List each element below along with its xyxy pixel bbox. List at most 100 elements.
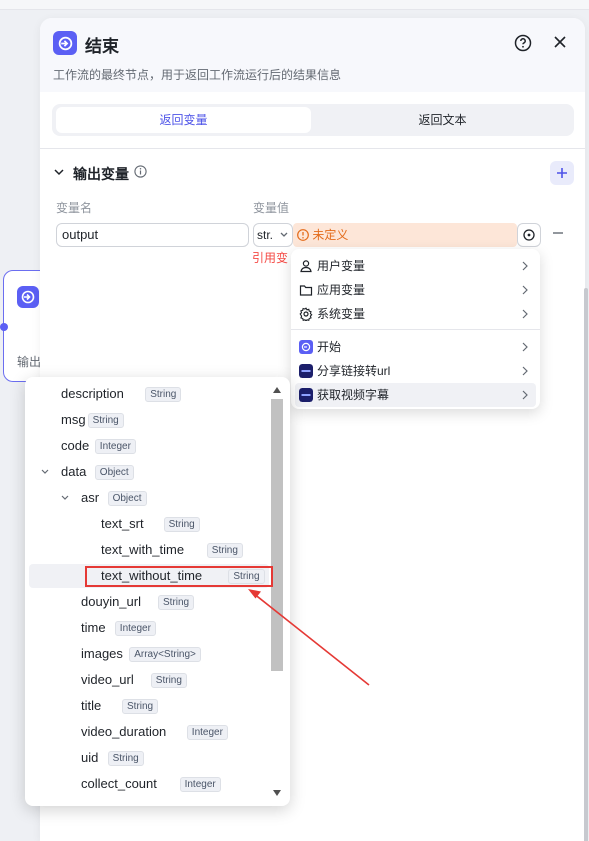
close-icon[interactable] [552,34,568,50]
tree-field-name: collect_count [81,776,157,791]
tree-row-video-url[interactable]: video_url String [29,668,269,692]
tree-row-video-duration[interactable]: video_duration Integer [29,720,269,744]
section-divider [40,148,585,149]
tree-field-name: asr [81,490,100,505]
tree-field-name: msg [61,412,86,427]
help-icon[interactable] [514,34,532,52]
tree-row-asr[interactable]: asr Object [29,486,269,510]
chevron-right-icon [522,285,528,295]
undefined-value-label: 未定义 [312,228,349,242]
output-section-title: 输出变量 [73,166,129,182]
tree-row-text-with-time[interactable]: text_with_time String [29,538,269,562]
tree-row-data[interactable]: data Object [29,460,269,484]
menu-item-app-variables[interactable]: 应用变量 [295,278,536,302]
canvas-toolbar-strip [0,0,589,10]
chevron-down-icon [280,232,288,237]
tab-return-variables[interactable]: 返回变量 [56,107,311,133]
tree-row-code[interactable]: code Integer [29,434,269,458]
tree-field-type-badge: String [163,517,200,532]
tree-field-name: data [61,464,87,479]
annotation-highlight-box [85,566,273,587]
tree-field-type-badge: Object [94,465,134,480]
end-node-icon [53,31,77,55]
tree-field-name: time [81,620,106,635]
plugin-icon [299,364,313,378]
output-field-tree: description String msg String code Integer dat… [25,377,290,806]
start-node-icon [299,340,313,354]
tree-row-collect-count[interactable]: collect_count Integer [29,772,269,796]
tree-field-type-badge: String [122,699,159,714]
gear-icon [299,307,313,321]
tree-row-images[interactable]: images Array<String> [29,642,269,666]
warning-icon [297,229,309,241]
panel-scrollbar[interactable] [584,288,588,841]
tree-row-text-srt[interactable]: text_srt String [29,512,269,536]
tree-row-douyin-url[interactable]: douyin_url String [29,590,269,614]
end-node-icon [17,286,39,308]
scroll-down-icon[interactable] [273,790,281,796]
node-input-port[interactable] [0,323,8,331]
tree-field-name: video_duration [81,724,167,739]
user-icon [300,260,312,273]
menu-item-system-variables[interactable]: 系统变量 [295,302,536,326]
tree-field-type-badge: String [158,595,195,610]
variable-type-select[interactable]: str. [253,223,293,247]
chevron-right-icon [522,366,528,376]
tree-scrollbar-thumb[interactable] [271,399,283,671]
tree-row-msg[interactable]: msg String [29,408,269,432]
variable-value-field[interactable]: 未定义 [293,223,517,247]
info-icon[interactable] [134,165,147,178]
tree-field-type-badge: Integer [94,439,136,454]
menu-item-user-variables[interactable]: 用户变量 [295,254,536,278]
variable-source-menu: 用户变量 应用变量 系统变量 开始 分享链接转url 获取视频字幕 [291,249,540,409]
tree-field-name: text_srt [101,516,144,531]
tree-field-type-badge: Array<String> [129,647,201,662]
chevron-right-icon [522,390,528,400]
chevron-right-icon [522,342,528,352]
tree-row-time[interactable]: time Integer [29,616,269,640]
menu-item-start-node[interactable]: 开始 [295,335,536,359]
tree-field-type-badge: String [87,413,124,428]
menu-item-share-link-to-url[interactable]: 分享链接转url [295,359,536,383]
variable-reference-button[interactable] [517,223,541,247]
tree-field-type-badge: String [206,543,243,558]
reference-error-text: 引用变 [252,251,289,265]
panel-title: 结束 [85,37,119,56]
tree-field-type-badge: String [150,673,187,688]
tree-field-type-badge: Integer [179,777,221,792]
tree-field-name: description [61,386,124,401]
variable-type-label: str. [257,228,274,242]
chevron-right-icon [522,309,528,319]
tree-field-type-badge: Integer [186,725,228,740]
column-header-name: 变量名 [56,201,93,215]
tab-return-text[interactable]: 返回文本 [315,107,570,133]
tree-row-description[interactable]: description String [29,382,269,406]
tree-field-name: douyin_url [81,594,141,609]
panel-description: 工作流的最终节点，用于返回工作流运行后的结果信息 [53,68,342,82]
tree-row-title[interactable]: title String [29,694,269,718]
variable-name-input[interactable]: output [56,223,249,247]
folder-icon [299,285,313,296]
chevron-down-icon[interactable] [53,166,65,178]
plugin-icon [299,388,313,402]
remove-variable-button[interactable] [551,227,565,243]
tree-row-uid[interactable]: uid String [29,746,269,770]
menu-item-get-video-subtitles[interactable]: 获取视频字幕 [295,383,536,407]
tree-field-type-badge: Object [107,491,147,506]
plus-icon [557,168,567,178]
chevron-down-icon[interactable] [61,495,69,501]
tree-field-name: uid [81,750,99,765]
tree-field-type-badge: String [107,751,144,766]
chevron-right-icon [522,261,528,271]
tree-field-name: text_with_time [101,542,185,557]
column-header-value: 变量值 [253,201,290,215]
scroll-up-icon[interactable] [273,387,281,393]
add-variable-button[interactable] [550,161,574,185]
canvas-node-label: 输出 [17,355,42,369]
tree-field-type-badge: Integer [114,621,156,636]
chevron-down-icon[interactable] [41,469,49,475]
minus-icon [553,232,563,234]
tree-field-name: title [81,698,102,713]
tree-field-name: video_url [81,672,134,687]
tree-field-type-badge: String [145,387,182,402]
